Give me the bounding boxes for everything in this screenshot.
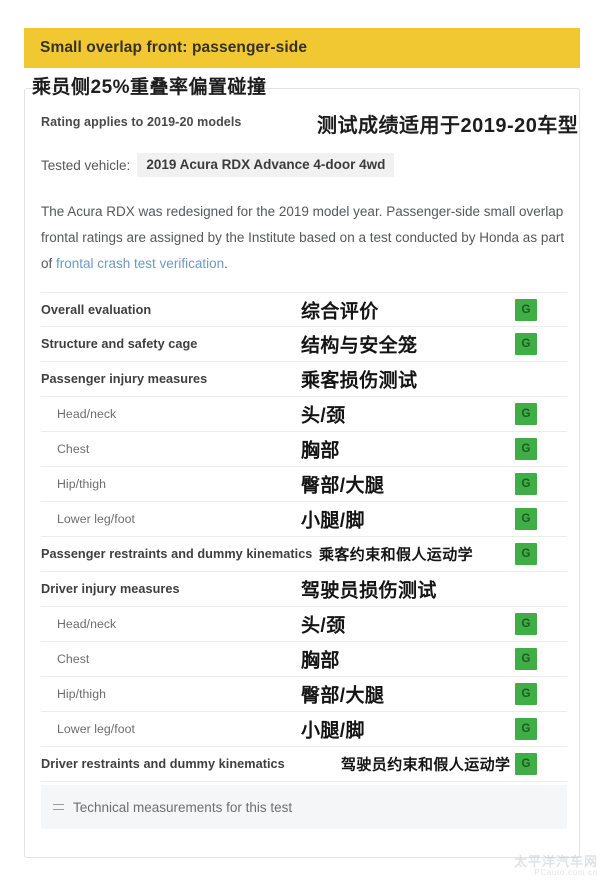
- rating-row-label-chinese: 臀部/大腿: [301, 685, 385, 707]
- rating-badge: G: [515, 543, 537, 565]
- rating-row: Lower leg/foot 小腿/脚 G: [41, 712, 567, 747]
- tested-vehicle-row: Tested vehicle: 2019 Acura RDX Advance 4…: [41, 153, 395, 177]
- rating-badge: G: [515, 298, 537, 321]
- rating-row: Head/neck 头/颈 G: [41, 607, 567, 642]
- rating-row-label-chinese: 乘客约束和假人运动学: [319, 546, 474, 564]
- rating-row-label-chinese: 头/颈: [301, 615, 346, 637]
- rating-row: Structure and safety cage 结构与安全笼 G: [41, 327, 567, 362]
- rating-badge: G: [515, 683, 537, 705]
- rating-row: Passenger restraints and dummy kinematic…: [41, 537, 567, 572]
- site-watermark: 太平洋汽车网 PCauto.com.cn: [514, 855, 598, 877]
- rating-row-label: Lower leg/foot: [57, 722, 135, 736]
- rating-row: Hip/thigh 臀部/大腿 G: [41, 467, 567, 502]
- rating-row-label: Overall evaluation: [41, 302, 152, 317]
- rating-badge: G: [515, 753, 537, 775]
- rating-row-label-chinese: 小腿/脚: [301, 720, 365, 742]
- rating-badge: G: [515, 403, 537, 425]
- watermark-main-text: 太平洋汽车网: [513, 853, 598, 869]
- rating-row-label-chinese: 胸部: [301, 440, 340, 462]
- rating-row-label: Hip/thigh: [57, 687, 106, 701]
- rating-card: Rating applies to 2019-20 models 测试成绩适用于…: [24, 88, 580, 858]
- ratings-table: Overall evaluation 综合评价 G Structure and saf…: [41, 292, 567, 782]
- rating-row-label: Driver injury measures: [41, 582, 180, 596]
- rating-row-label-chinese: 驾驶员损伤测试: [301, 580, 437, 602]
- rating-row-label-chinese: 乘客损伤测试: [301, 370, 418, 392]
- rating-row-label: Lower leg/foot: [57, 512, 135, 526]
- rating-row-label: Hip/thigh: [57, 477, 106, 491]
- watermark-sub-text: PCauto.com.cn: [534, 867, 598, 877]
- rating-row-label: Head/neck: [57, 407, 117, 421]
- description-text-part2: .: [224, 256, 228, 271]
- rating-row-label-chinese: 驾驶员约束和假人运动学: [341, 756, 511, 774]
- rating-row: Head/neck 头/颈 G: [41, 397, 567, 432]
- rating-badge: G: [515, 648, 537, 670]
- rating-row: Driver injury measures 驾驶员损伤测试: [41, 572, 567, 607]
- rating-applies-label-chinese: 测试成绩适用于2019-20车型: [317, 115, 579, 137]
- test-description: The Acura RDX was redesigned for the 201…: [41, 199, 569, 277]
- rating-row-label-chinese: 综合评价: [301, 301, 379, 322]
- rating-row-label: Passenger restraints and dummy kinematic…: [41, 547, 313, 561]
- collapsed-list-icon: [53, 802, 64, 813]
- rating-badge: G: [515, 438, 537, 460]
- section-header-bar: Small overlap front: passenger-side: [24, 28, 580, 68]
- page-title: Small overlap front: passenger-side: [40, 39, 308, 56]
- rating-row-label: Passenger injury measures: [41, 372, 208, 386]
- rating-row-label: Chest: [57, 652, 90, 666]
- rating-row-label-chinese: 头/颈: [301, 405, 346, 427]
- rating-row: Chest 胸部 G: [41, 432, 567, 467]
- rating-row: Overall evaluation 综合评价 G: [41, 292, 567, 327]
- rating-badge: G: [515, 508, 537, 530]
- rating-row-label-chinese: 臀部/大腿: [301, 475, 385, 497]
- rating-badge: G: [515, 333, 537, 355]
- technical-measurements-toggle[interactable]: Technical measurements for this test: [41, 785, 567, 829]
- tested-vehicle-label: Tested vehicle:: [41, 157, 131, 173]
- rating-row: Passenger injury measures 乘客损伤测试: [41, 362, 567, 397]
- rating-badge: G: [515, 473, 537, 495]
- rating-row-label: Structure and safety cage: [41, 337, 198, 351]
- rating-row-label-chinese: 小腿/脚: [301, 510, 365, 532]
- rating-row-label-chinese: 结构与安全笼: [301, 335, 418, 357]
- rating-row: Driver restraints and dummy kinematics 驾驶…: [41, 747, 567, 782]
- page-title-chinese: 乘员侧25%重叠率偏置碰撞: [32, 77, 267, 98]
- rating-row: Lower leg/foot 小腿/脚 G: [41, 502, 567, 537]
- rating-applies-label: Rating applies to 2019-20 models: [41, 115, 242, 129]
- rating-badge: G: [515, 718, 537, 740]
- rating-badge: G: [515, 613, 537, 635]
- tested-vehicle-value: 2019 Acura RDX Advance 4-door 4wd: [137, 153, 395, 177]
- rating-applies-row: Rating applies to 2019-20 models 测试成绩适用于…: [41, 111, 578, 141]
- rating-row-label: Driver restraints and dummy kinematics: [41, 757, 285, 771]
- rating-row-label: Chest: [57, 442, 90, 456]
- rating-row: Hip/thigh 臀部/大腿 G: [41, 677, 567, 712]
- rating-row-label: Head/neck: [57, 617, 117, 631]
- rating-row-label-chinese: 胸部: [301, 650, 340, 672]
- frontal-crash-test-verification-link[interactable]: frontal crash test verification: [56, 256, 224, 271]
- technical-measurements-label: Technical measurements for this test: [73, 799, 293, 815]
- rating-row: Chest 胸部 G: [41, 642, 567, 677]
